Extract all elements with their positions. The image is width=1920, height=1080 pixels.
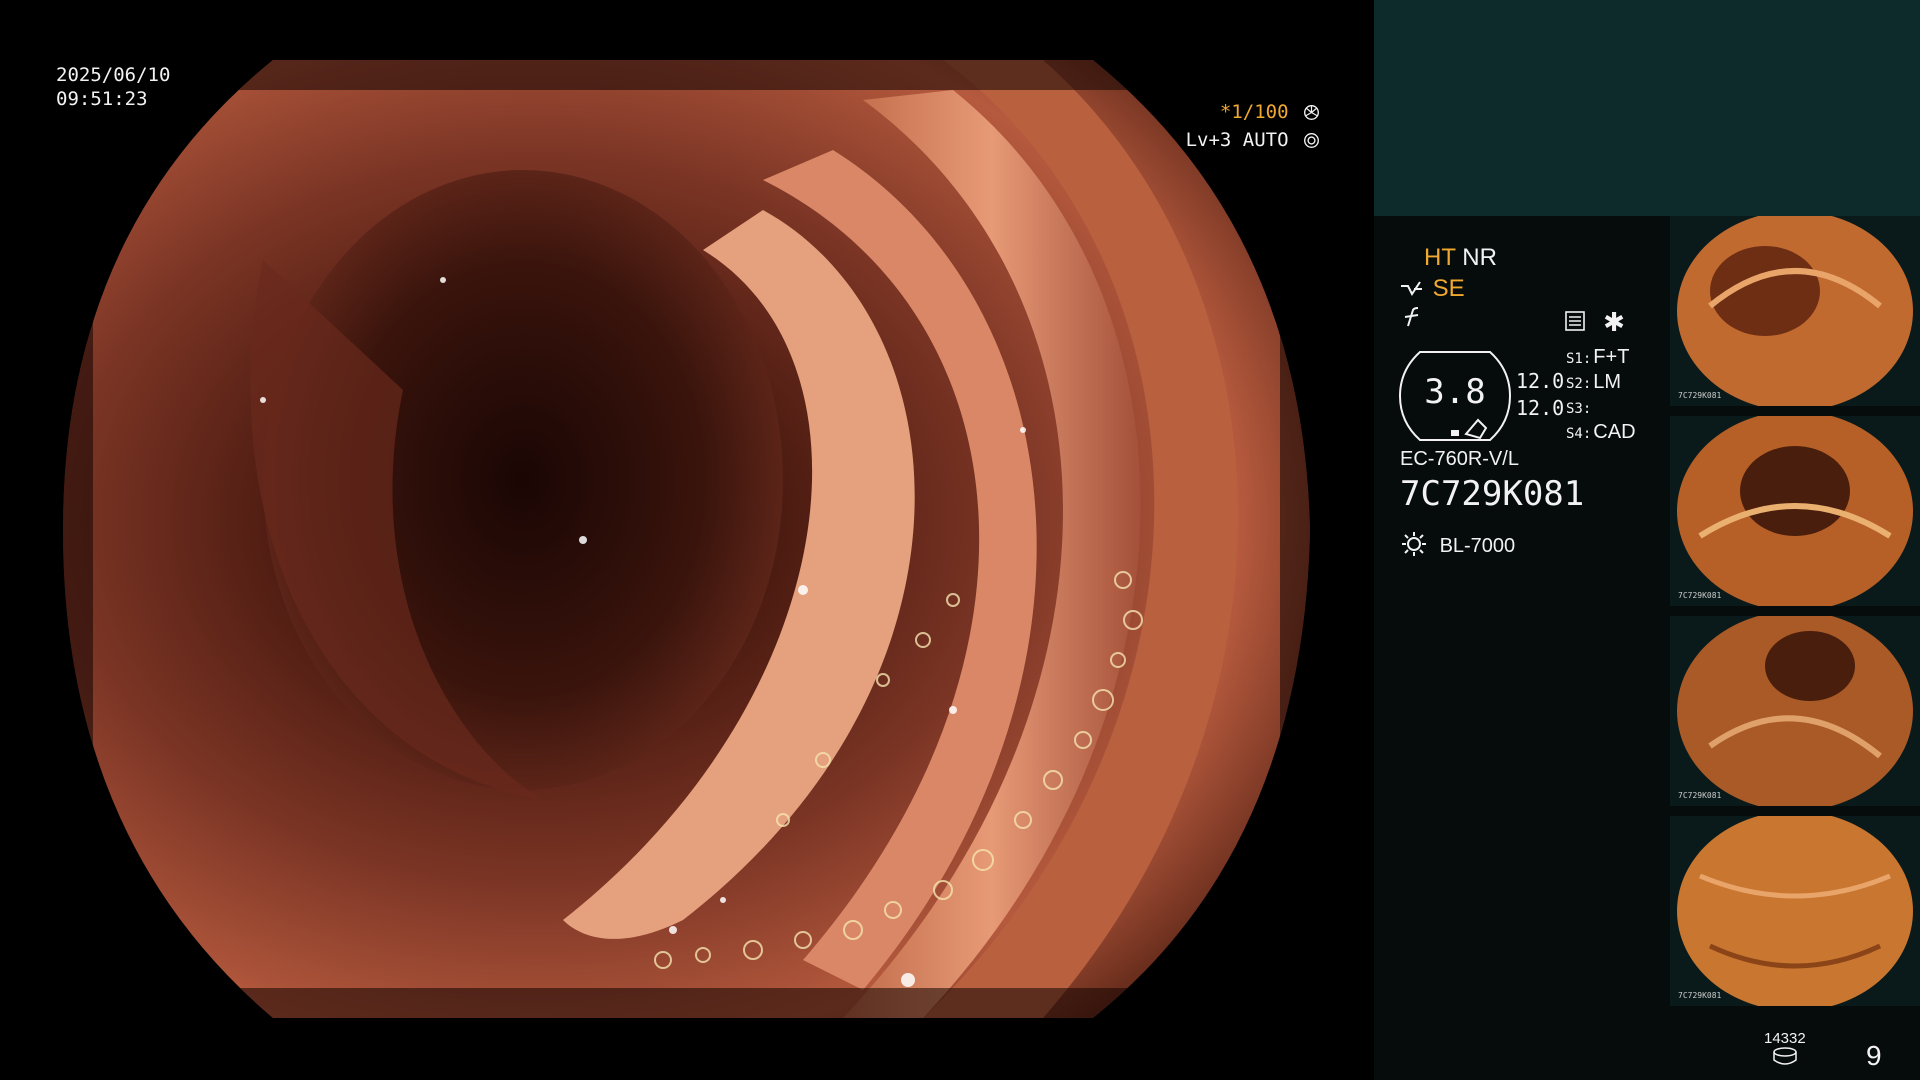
switch-item: S1: F+T <box>1566 346 1630 368</box>
light-source-model: BL-7000 <box>1439 535 1516 557</box>
scope-model: EC-760R-V/L <box>1400 448 1519 470</box>
switch-item: S3: <box>1566 401 1592 417</box>
frame-number: 9 <box>1866 1040 1882 1071</box>
aperture-icon <box>1304 105 1319 120</box>
switch-item: S2: LM <box>1566 371 1622 393</box>
structure-enhance-icon <box>1401 281 1422 296</box>
gauge-numbers: 12.0 12.0 <box>1516 368 1564 422</box>
datetime: 2025/06/10 09:51:23 <box>56 63 170 111</box>
thumbnail[interactable]: 7C729K081 <box>1670 216 1920 406</box>
endoscope-image <box>63 60 1310 1018</box>
storage-counter: 14332 <box>1764 1030 1806 1070</box>
endoscopy-screen: 2025/06/10 09:51:23 *1/100 Lv+3 AUTO HT … <box>0 0 1920 1080</box>
thumbnail[interactable]: 7C729K081 <box>1670 416 1920 606</box>
level-row: Lv+3 AUTO <box>1186 126 1320 154</box>
storage-count: 14332 <box>1764 1030 1806 1047</box>
thumbnail[interactable]: 7C729K081 <box>1670 816 1920 1006</box>
se-mode: SE <box>1432 275 1465 302</box>
scope-serial: 7C729K081 <box>1400 474 1585 514</box>
panel-top <box>1374 0 1920 216</box>
time-text: 09:51:23 <box>56 88 148 110</box>
level-text: Lv+3 AUTO <box>1185 129 1289 151</box>
ht-mode: HT <box>1424 244 1456 271</box>
date-text: 2025/06/10 <box>56 64 171 86</box>
switch-assignments: S1: F+T S2: LM S3: S4: CAD <box>1566 346 1636 446</box>
gauge-lower: 12.0 <box>1516 396 1565 420</box>
shutter-text: *1/100 <box>1219 101 1289 123</box>
iris-icon <box>1304 133 1319 148</box>
nr-mode: NR <box>1462 244 1497 271</box>
gauge-upper: 12.0 <box>1516 369 1565 393</box>
thumbnail-strip: 7C729K081 7C729K081 7C729K081 7C729K081 <box>1670 216 1920 1016</box>
asterisk-icon: ✱ <box>1603 308 1625 338</box>
shutter-row: *1/100 <box>1186 98 1320 126</box>
function-icon-row <box>1402 306 1424 332</box>
thumbnail[interactable]: 7C729K081 <box>1670 616 1920 806</box>
light-bulb-icon <box>1402 532 1426 556</box>
image-settings: *1/100 Lv+3 AUTO <box>1186 98 1320 154</box>
status-icons: ✱ <box>1564 308 1625 338</box>
database-icon <box>1773 1047 1797 1065</box>
f-slash-icon <box>1404 307 1419 327</box>
se-row: SE <box>1400 275 1465 303</box>
gauge-value: 3.8 <box>1424 372 1486 412</box>
light-source: BL-7000 <box>1400 530 1515 558</box>
switch-item: S4: CAD <box>1566 421 1636 443</box>
mode-row: HT NR <box>1424 244 1497 272</box>
memory-card-icon <box>1564 310 1586 336</box>
